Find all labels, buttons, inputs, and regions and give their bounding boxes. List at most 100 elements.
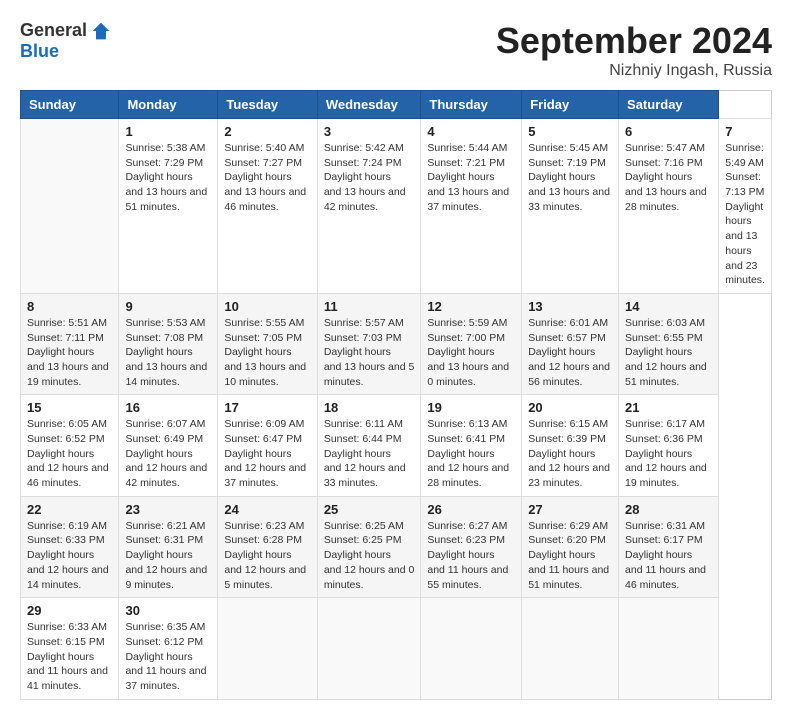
- daylight-duration: and 12 hours and 56 minutes.: [528, 361, 610, 388]
- daylight-label: Daylight hours: [224, 448, 291, 460]
- sunrise-label: Sunrise: 6:29 AM: [528, 520, 608, 532]
- daylight-label: Daylight hours: [324, 549, 391, 561]
- day-number: 11: [324, 299, 415, 314]
- sunset-label: Sunset: 7:03 PM: [324, 332, 402, 344]
- calendar-week-row: 29 Sunrise: 6:33 AM Sunset: 6:15 PM Dayl…: [21, 598, 772, 699]
- cell-content: Sunrise: 6:27 AM Sunset: 6:23 PM Dayligh…: [427, 519, 515, 592]
- header-monday: Monday: [119, 91, 218, 119]
- sunset-label: Sunset: 6:23 PM: [427, 534, 505, 546]
- daylight-duration: and 12 hours and 0 minutes.: [324, 564, 415, 591]
- daylight-label: Daylight hours: [125, 651, 192, 663]
- logo-blue-text: Blue: [20, 41, 59, 62]
- calendar-cell: 1 Sunrise: 5:38 AM Sunset: 7:29 PM Dayli…: [119, 119, 218, 294]
- sunrise-label: Sunrise: 6:09 AM: [224, 418, 304, 430]
- daylight-label: Daylight hours: [427, 448, 494, 460]
- daylight-label: Daylight hours: [427, 171, 494, 183]
- daylight-duration: and 11 hours and 51 minutes.: [528, 564, 609, 591]
- sunrise-label: Sunrise: 6:01 AM: [528, 317, 608, 329]
- calendar-cell: 3 Sunrise: 5:42 AM Sunset: 7:24 PM Dayli…: [317, 119, 421, 294]
- daylight-duration: and 13 hours and 23 minutes.: [725, 230, 765, 286]
- calendar-cell: [421, 598, 522, 699]
- daylight-duration: and 12 hours and 51 minutes.: [625, 361, 707, 388]
- cell-content: Sunrise: 6:03 AM Sunset: 6:55 PM Dayligh…: [625, 316, 712, 389]
- day-number: 10: [224, 299, 310, 314]
- daylight-label: Daylight hours: [224, 171, 291, 183]
- daylight-label: Daylight hours: [125, 346, 192, 358]
- cell-content: Sunrise: 5:42 AM Sunset: 7:24 PM Dayligh…: [324, 141, 415, 214]
- day-number: 21: [625, 400, 712, 415]
- sunset-label: Sunset: 7:08 PM: [125, 332, 203, 344]
- daylight-label: Daylight hours: [324, 346, 391, 358]
- calendar-cell: 21 Sunrise: 6:17 AM Sunset: 6:36 PM Dayl…: [619, 395, 719, 496]
- page-header: General Blue September 2024 Nizhniy Inga…: [20, 20, 772, 80]
- cell-content: Sunrise: 6:23 AM Sunset: 6:28 PM Dayligh…: [224, 519, 310, 592]
- day-number: 3: [324, 124, 415, 139]
- day-number: 5: [528, 124, 612, 139]
- sunset-label: Sunset: 6:15 PM: [27, 636, 105, 648]
- daylight-duration: and 12 hours and 9 minutes.: [125, 564, 207, 591]
- daylight-label: Daylight hours: [27, 346, 94, 358]
- sunrise-label: Sunrise: 5:57 AM: [324, 317, 404, 329]
- daylight-label: Daylight hours: [224, 549, 291, 561]
- day-number: 29: [27, 603, 112, 618]
- daylight-duration: and 12 hours and 37 minutes.: [224, 462, 306, 489]
- calendar-table: Sunday Monday Tuesday Wednesday Thursday…: [20, 90, 772, 700]
- calendar-cell: [218, 598, 317, 699]
- day-number: 17: [224, 400, 310, 415]
- day-number: 23: [125, 502, 211, 517]
- sunset-label: Sunset: 7:21 PM: [427, 157, 505, 169]
- calendar-cell: 26 Sunrise: 6:27 AM Sunset: 6:23 PM Dayl…: [421, 496, 522, 597]
- sunset-label: Sunset: 6:25 PM: [324, 534, 402, 546]
- sunrise-label: Sunrise: 5:59 AM: [427, 317, 507, 329]
- cell-content: Sunrise: 6:35 AM Sunset: 6:12 PM Dayligh…: [125, 620, 211, 693]
- daylight-label: Daylight hours: [528, 171, 595, 183]
- sunset-label: Sunset: 6:33 PM: [27, 534, 105, 546]
- cell-content: Sunrise: 5:57 AM Sunset: 7:03 PM Dayligh…: [324, 316, 415, 389]
- sunrise-label: Sunrise: 5:44 AM: [427, 142, 507, 154]
- calendar-cell: 25 Sunrise: 6:25 AM Sunset: 6:25 PM Dayl…: [317, 496, 421, 597]
- calendar-cell: 10 Sunrise: 5:55 AM Sunset: 7:05 PM Dayl…: [218, 293, 317, 394]
- calendar-week-row: 22 Sunrise: 6:19 AM Sunset: 6:33 PM Dayl…: [21, 496, 772, 597]
- day-number: 18: [324, 400, 415, 415]
- daylight-duration: and 12 hours and 23 minutes.: [528, 462, 610, 489]
- daylight-label: Daylight hours: [528, 346, 595, 358]
- calendar-cell: 19 Sunrise: 6:13 AM Sunset: 6:41 PM Dayl…: [421, 395, 522, 496]
- day-number: 20: [528, 400, 612, 415]
- cell-content: Sunrise: 6:17 AM Sunset: 6:36 PM Dayligh…: [625, 417, 712, 490]
- day-number: 1: [125, 124, 211, 139]
- header-sunday: Sunday: [21, 91, 119, 119]
- sunset-label: Sunset: 7:00 PM: [427, 332, 505, 344]
- day-number: 27: [528, 502, 612, 517]
- daylight-label: Daylight hours: [725, 201, 763, 228]
- daylight-label: Daylight hours: [324, 171, 391, 183]
- sunset-label: Sunset: 6:20 PM: [528, 534, 606, 546]
- sunrise-label: Sunrise: 5:45 AM: [528, 142, 608, 154]
- daylight-label: Daylight hours: [625, 171, 692, 183]
- logo-general-text: General: [20, 20, 87, 41]
- logo-icon: [91, 21, 111, 41]
- day-number: 6: [625, 124, 712, 139]
- daylight-label: Daylight hours: [125, 171, 192, 183]
- sunrise-label: Sunrise: 5:40 AM: [224, 142, 304, 154]
- day-number: 9: [125, 299, 211, 314]
- daylight-label: Daylight hours: [625, 346, 692, 358]
- sunset-label: Sunset: 7:05 PM: [224, 332, 302, 344]
- sunrise-label: Sunrise: 6:11 AM: [324, 418, 403, 430]
- sunset-label: Sunset: 6:28 PM: [224, 534, 302, 546]
- daylight-label: Daylight hours: [224, 346, 291, 358]
- calendar-cell: 17 Sunrise: 6:09 AM Sunset: 6:47 PM Dayl…: [218, 395, 317, 496]
- daylight-label: Daylight hours: [125, 549, 192, 561]
- cell-content: Sunrise: 5:49 AM Sunset: 7:13 PM Dayligh…: [725, 141, 765, 288]
- daylight-duration: and 12 hours and 33 minutes.: [324, 462, 406, 489]
- calendar-cell: [619, 598, 719, 699]
- sunrise-label: Sunrise: 6:25 AM: [324, 520, 404, 532]
- cell-content: Sunrise: 6:05 AM Sunset: 6:52 PM Dayligh…: [27, 417, 112, 490]
- cell-content: Sunrise: 6:29 AM Sunset: 6:20 PM Dayligh…: [528, 519, 612, 592]
- sunrise-label: Sunrise: 6:19 AM: [27, 520, 107, 532]
- sunrise-label: Sunrise: 6:05 AM: [27, 418, 107, 430]
- cell-content: Sunrise: 6:31 AM Sunset: 6:17 PM Dayligh…: [625, 519, 712, 592]
- calendar-cell: [522, 598, 619, 699]
- daylight-duration: and 11 hours and 41 minutes.: [27, 665, 108, 692]
- calendar-cell: 11 Sunrise: 5:57 AM Sunset: 7:03 PM Dayl…: [317, 293, 421, 394]
- day-number: 26: [427, 502, 515, 517]
